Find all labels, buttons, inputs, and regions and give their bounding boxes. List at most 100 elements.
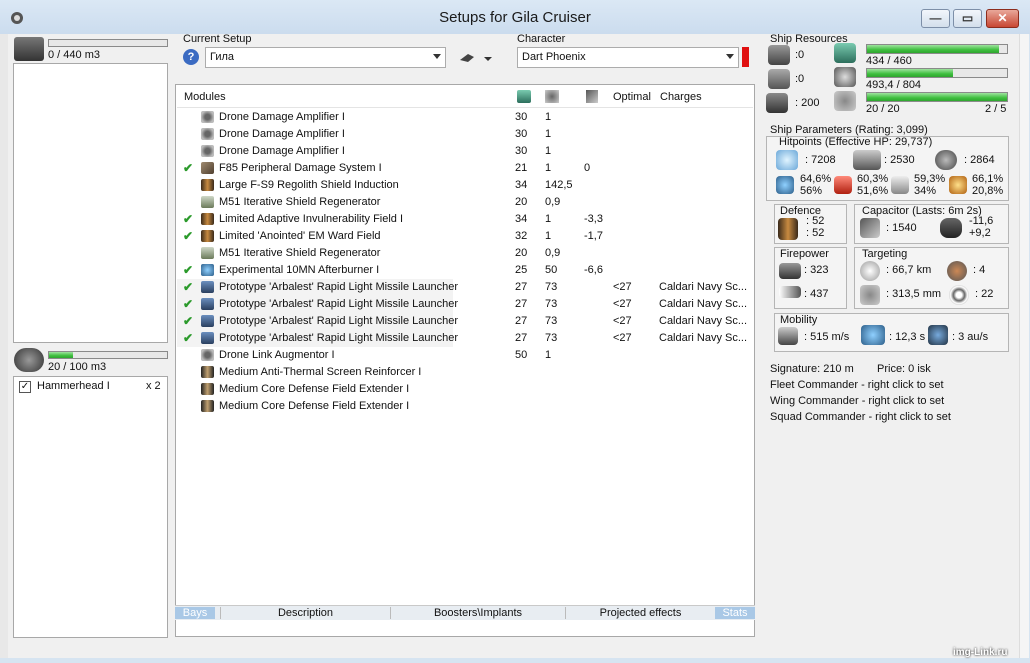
scan-resolution: : 313,5 mm [886, 288, 942, 300]
drone-list[interactable]: ✓ Hammerhead I x 2 [13, 376, 168, 638]
module-capacitor: -3,3 [584, 213, 603, 225]
header-charges[interactable]: Charges [660, 91, 702, 103]
drone-checkbox[interactable]: ✓ [19, 381, 31, 393]
defence-value-a: : 52 [806, 215, 825, 227]
module-powergrid: 142,5 [545, 179, 573, 191]
firepower-volley: : 437 [804, 288, 829, 300]
module-row[interactable]: ✔ Prototype 'Arbalest' Rapid Light Missil… [177, 330, 747, 347]
signature-radius: Signature: 210 m [770, 363, 854, 375]
module-name: M51 Iterative Shield Regenerator [219, 247, 381, 259]
setup-value: Гила [210, 51, 235, 63]
capacitor-amount: : 1540 [886, 222, 917, 234]
module-row[interactable]: Large F-S9 Regolith Shield Induction 34 14… [177, 177, 737, 194]
current-setup-label: Current Setup [183, 33, 252, 45]
minimize-button[interactable]: — [921, 9, 950, 28]
capacitor-column-icon[interactable] [586, 90, 598, 103]
module-row[interactable]: Medium Core Defense Field Extender I [177, 398, 737, 415]
module-fitted-check: ✔ [183, 263, 194, 277]
window-title: Setups for Gila Cruiser [439, 9, 591, 26]
module-name: Prototype 'Arbalest' Rapid Light Missile… [219, 281, 458, 293]
defence-value-b: : 52 [806, 227, 825, 239]
module-name: F85 Peripheral Damage System I [219, 162, 382, 174]
module-row[interactable]: ✔ Limited Adaptive Invulnerability Field … [177, 211, 737, 228]
setup-select[interactable]: Гила [205, 47, 446, 68]
squad-commander[interactable]: Squad Commander - right click to set [770, 411, 951, 423]
module-row[interactable]: ✔ Prototype 'Arbalest' Rapid Light Missil… [177, 313, 747, 330]
module-optimal: <27 [613, 281, 632, 293]
tab-description[interactable]: Description [220, 607, 390, 619]
turret-dps-icon [779, 263, 801, 279]
module-powergrid: 73 [545, 281, 558, 293]
launcher-hardpoint-icon [768, 69, 790, 89]
armor-hp: : 2530 [884, 154, 915, 166]
module-icon [201, 247, 214, 259]
align-time: : 12,3 s [889, 331, 926, 343]
module-row[interactable]: ✔ Prototype 'Arbalest' Rapid Light Missil… [177, 279, 747, 296]
module-row[interactable]: Drone Damage Amplifier I 30 1 [177, 109, 737, 126]
defence-icon [778, 218, 798, 240]
fleet-commander[interactable]: Fleet Commander - right click to set [770, 379, 944, 391]
module-row[interactable]: Medium Core Defense Field Extender I [177, 381, 737, 398]
cpu-column-icon[interactable] [517, 90, 531, 103]
ship-tools-button[interactable] [458, 48, 494, 68]
module-row[interactable]: M51 Iterative Shield Regenerator 20 0,9 [177, 194, 737, 211]
cargo-list[interactable] [13, 63, 168, 343]
module-row[interactable]: ✔ Experimental 10MN Afterburner I 25 50 -6,6 [177, 262, 737, 279]
module-row[interactable]: ✔ Prototype 'Arbalest' Rapid Light Missil… [177, 296, 747, 313]
modules-grid[interactable]: Modules Optimal Charges Drone Damage Amp… [175, 84, 755, 637]
powergrid-icon [834, 67, 856, 87]
capacitor-icon [860, 218, 880, 238]
header-modules[interactable]: Modules [184, 91, 226, 103]
scan-resolution-icon [860, 285, 880, 305]
module-icon [201, 366, 214, 378]
hitpoints-title: Hitpoints (Effective HP: 29,737) [779, 136, 933, 148]
calibration-value: : 200 [795, 97, 820, 109]
tab-boosters-implants[interactable]: Boosters\Implants [390, 607, 565, 619]
powergrid-usage: 493,4 / 804 [866, 79, 922, 91]
module-cpu: 32 [515, 230, 528, 242]
module-row[interactable]: ✔ Limited 'Anointed' EM Ward Field 32 1 -1,7 [177, 228, 737, 245]
module-capacitor: -6,6 [584, 264, 603, 276]
module-row[interactable]: ✔ F85 Peripheral Damage System I 21 1 0 [177, 160, 737, 177]
tab-projected-effects[interactable]: Projected effects [565, 607, 715, 619]
character-label: Character [517, 33, 566, 45]
module-fitted-check: ✔ [183, 331, 194, 345]
character-select[interactable]: Dart Phoenix [517, 47, 739, 68]
maximize-button[interactable]: ▭ [953, 9, 982, 28]
module-icon [201, 128, 214, 140]
module-fitted-check: ✔ [183, 161, 194, 175]
module-row[interactable]: M51 Iterative Shield Regenerator 20 0,9 [177, 245, 737, 262]
close-button[interactable]: ✕ [986, 9, 1019, 28]
module-icon [201, 213, 214, 225]
module-name: Medium Core Defense Field Extender I [219, 383, 410, 395]
drone-bandwidth-icon [834, 91, 856, 111]
help-icon[interactable]: ? [183, 49, 199, 65]
cargo-capacity: 0 / 440 m3 [48, 49, 100, 61]
tab-bays[interactable]: Bays [175, 607, 215, 619]
module-name: Limited Adaptive Invulnerability Field I [219, 213, 404, 225]
window-scrollbar[interactable] [1019, 34, 1029, 658]
module-row[interactable]: Medium Anti-Thermal Screen Reinforcer I [177, 364, 737, 381]
targeting-range: : 66,7 km [886, 264, 932, 276]
module-icon [201, 332, 214, 344]
module-icon [201, 179, 214, 191]
module-row[interactable]: Drone Damage Amplifier I 30 1 [177, 126, 737, 143]
hull-hp-icon [935, 150, 957, 170]
capacitor-delta-recharge: +9,2 [969, 227, 991, 239]
wing-commander[interactable]: Wing Commander - right click to set [770, 395, 944, 407]
module-row[interactable]: Drone Damage Amplifier I 30 1 [177, 143, 737, 160]
explosive-shield-resist: 66,1% [972, 173, 1004, 185]
module-capacitor: -1,7 [584, 230, 603, 242]
tab-stats[interactable]: Stats [715, 607, 755, 619]
module-fitted-check: ✔ [183, 314, 194, 328]
em-resist-icon [776, 176, 794, 194]
armor-hp-icon [853, 150, 881, 170]
max-velocity-icon [778, 327, 798, 345]
close-icon: ✕ [997, 11, 1008, 25]
cpu-usage: 434 / 460 [866, 55, 912, 67]
powergrid-column-icon[interactable] [545, 90, 559, 103]
module-powergrid: 73 [545, 298, 558, 310]
thermal-armor-resist: 51,6% [857, 185, 889, 197]
module-row[interactable]: Drone Link Augmentor I 50 1 [177, 347, 737, 364]
header-optimal[interactable]: Optimal [613, 91, 651, 103]
